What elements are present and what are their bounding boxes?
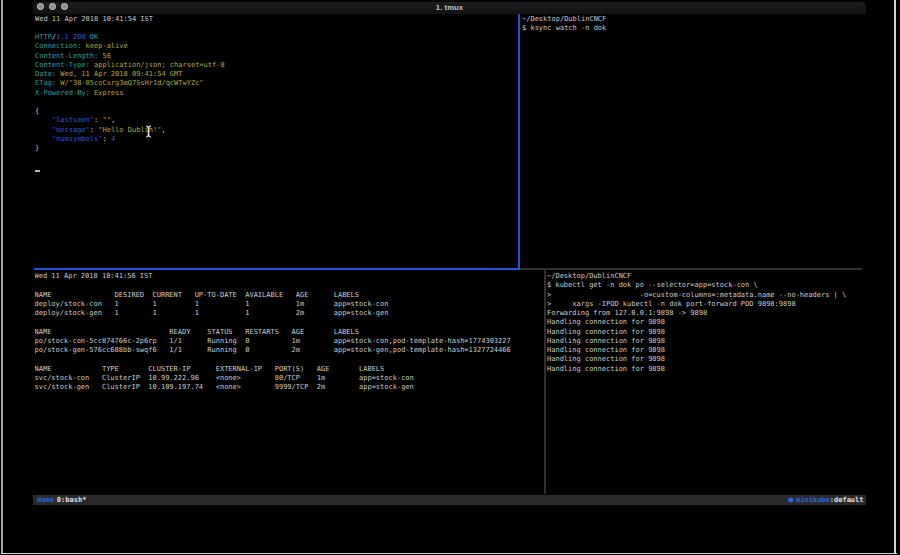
pane-port-forward[interactable]: ~/Desktop/DublinCNCF$ kubectl get -n dok… [547, 272, 864, 493]
pane-http-response[interactable]: Wed 11 Apr 2018 10:41:54 IST HTTP/1.1 20… [35, 15, 518, 266]
terminal-line [35, 24, 518, 33]
session-name: demo [37, 496, 54, 504]
pane-divider-vertical-top [518, 14, 520, 270]
kube-context-name: minikube [796, 496, 830, 504]
terminal-line: Content-Type: application/json; charset=… [35, 61, 518, 70]
terminal-line: NAME DESIRED CURRENT UP-TO-DATE AVAILABL… [35, 291, 544, 300]
terminal-line: deploy/stock-con 1 1 1 1 1m app=stock-co… [35, 300, 544, 309]
terminal-line: HTTP/1.1 200 OK [35, 33, 518, 42]
terminal-line [35, 355, 544, 364]
tmux-terminal: Wed 11 Apr 2018 10:41:54 IST HTTP/1.1 20… [33, 14, 866, 506]
terminal-line: "lastseen": "", [35, 116, 518, 125]
terminal-line: Handling connection for 9898 [547, 365, 864, 374]
terminal-line: > -o=custom-columns=:metadata.name --no-… [547, 291, 864, 300]
terminal-line: NAME READY STATUS RESTARTS AGE LABELS [35, 328, 544, 337]
terminal-cursor [35, 170, 40, 172]
screen-edge-right [894, 0, 896, 554]
terminal-line: > xargs -IPOD kubectl -n dok port-forwar… [547, 300, 864, 309]
terminal-line: Forwarding from 127.0.0.1:9898 -> 9898 [547, 309, 864, 318]
terminal-line [35, 281, 544, 290]
terminal-line: deploy/stock-gen 1 1 1 1 2m app=stock-ge… [35, 309, 544, 318]
terminal-line [35, 98, 518, 107]
terminal-line: svc/stock-gen ClusterIP 10.109.197.74 <n… [35, 383, 544, 392]
window-title: 1. tmux [33, 2, 866, 14]
ibeam-mouse-cursor [143, 124, 155, 139]
terminal-line: Handling connection for 9898 [547, 337, 864, 346]
status-window-item[interactable]: 0:bash* [57, 496, 87, 504]
terminal-line: ~/Desktop/DublinCNCF [547, 272, 864, 281]
pane-divider-horizontal-left [34, 268, 520, 270]
terminal-line: Wed 11 Apr 2018 10:41:54 IST [35, 15, 518, 24]
terminal-line: Handling connection for 9898 [547, 328, 864, 337]
terminal-line: $ ksync watch -n dok [522, 24, 864, 33]
terminal-line: "numsymbols": 4 [35, 135, 518, 144]
terminal-line: ~/Desktop/DublinCNCF [522, 15, 864, 24]
screen-edge-bottom [1, 553, 897, 555]
terminal-line: Handling connection for 9898 [547, 346, 864, 355]
terminal-line: { [35, 107, 518, 116]
terminal-window: 1. tmux Wed 11 Apr 2018 10:41:54 IST HTT… [33, 2, 866, 506]
terminal-line [35, 318, 544, 327]
window-titlebar[interactable]: 1. tmux [33, 2, 866, 14]
desktop-background: 1. tmux Wed 11 Apr 2018 10:41:54 IST HTT… [0, 0, 900, 555]
terminal-line: $ kubectl get -n dok po --selector=app=s… [547, 281, 864, 290]
terminal-line: NAME TYPE CLUSTER-IP EXTERNAL-IP PORT(S)… [35, 365, 544, 374]
terminal-line: Connection: keep-alive [35, 42, 518, 51]
terminal-line: po/stock-gen-576cc688bb-swqf6 1/1 Runnin… [35, 346, 544, 355]
terminal-line: Wed 11 Apr 2018 10:41:56 IST [35, 272, 544, 281]
terminal-line: "message": "Hello Dublin!", [35, 126, 518, 135]
kube-namespace: :default [830, 496, 864, 504]
pane-kubectl-get[interactable]: Wed 11 Apr 2018 10:41:56 IST NAME DESIRE… [35, 272, 544, 493]
hexagon-icon: ⬢ [788, 496, 796, 504]
terminal-line: svc/stock-con ClusterIP 10.99.222.96 <no… [35, 374, 544, 383]
kube-context: ⬢ minikube [788, 496, 830, 504]
terminal-line: Content-Length: 56 [35, 52, 518, 61]
terminal-line: X-Powered-By: Express [35, 89, 518, 98]
terminal-line: Handling connection for 9898 [547, 318, 864, 327]
pane-ksync-watch[interactable]: ~/Desktop/DublinCNCF$ ksync watch -n dok [522, 15, 864, 266]
terminal-line: ETag: W/"38-05coCsrg3mQ7SsHr1d/qcWTwYZc" [35, 79, 518, 88]
tmux-status-bar: demo0:bash* ⬢ minikube:default [33, 495, 866, 505]
screen-edge-left [1, 0, 3, 554]
terminal-line: Handling connection for 9898 [547, 355, 864, 364]
terminal-line: po/stock-con-5cc874766c-2p6rp 1/1 Runnin… [35, 337, 544, 346]
pane-divider-horizontal-right [520, 268, 862, 270]
terminal-line: Date: Wed, 11 Apr 2018 09:41:54 GMT [35, 70, 518, 79]
terminal-line: } [35, 144, 518, 153]
pane-divider-vertical-bottom [544, 270, 546, 495]
